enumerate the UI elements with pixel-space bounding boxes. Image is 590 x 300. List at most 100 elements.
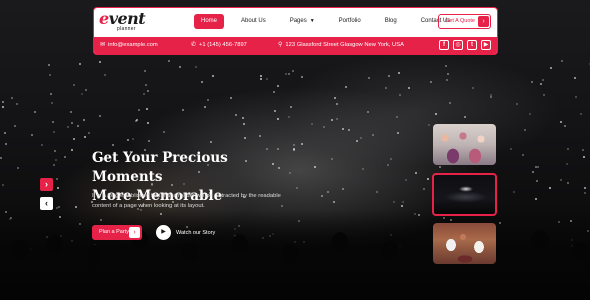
- confetti-speck: [66, 125, 69, 128]
- confetti-speck: [341, 188, 344, 191]
- chevron-right-icon: ›: [478, 16, 489, 27]
- confetti-speck: [243, 122, 246, 125]
- confetti-speck: [327, 190, 330, 193]
- confetti-speck: [203, 106, 206, 109]
- confetti-speck: [48, 73, 51, 76]
- get-quote-button[interactable]: Get A Quote ›: [438, 14, 491, 29]
- confetti-speck: [566, 162, 569, 165]
- confetti-speck: [146, 108, 149, 111]
- confetti-speck: [260, 77, 263, 80]
- confetti-speck: [345, 86, 348, 89]
- confetti-speck: [512, 190, 515, 193]
- confetti-speck: [98, 115, 101, 118]
- confetti-speck: [70, 110, 73, 113]
- nav-item-portfolio[interactable]: Portfolio: [332, 14, 368, 29]
- plan-party-label: Plan a Party: [99, 229, 129, 235]
- confetti-speck: [438, 165, 441, 168]
- confetti-speck: [143, 70, 146, 73]
- confetti-speck: [131, 138, 134, 140]
- confetti-speck: [399, 93, 402, 96]
- confetti-speck: [581, 149, 584, 152]
- confetti-speck: [489, 95, 492, 98]
- confetti-speck: [367, 110, 370, 113]
- confetti-speck: [75, 205, 78, 208]
- nav-item-home[interactable]: Home: [194, 14, 225, 29]
- confetti-speck: [575, 95, 577, 98]
- confetti-speck: [143, 93, 146, 96]
- nav-item-about[interactable]: About Us: [234, 14, 273, 29]
- confetti-speck: [342, 128, 345, 130]
- slider-next-button[interactable]: ›: [40, 178, 53, 191]
- watch-story-link[interactable]: ▶ Watch our Story: [156, 225, 215, 240]
- confetti-speck: [64, 155, 67, 158]
- confetti-speck: [540, 83, 543, 86]
- confetti-speck: [4, 132, 7, 134]
- confetti-speck: [375, 191, 378, 193]
- nav-item-pages[interactable]: Pages ▼: [283, 14, 322, 29]
- phone-info[interactable]: ✆ +1 (145) 456-7897: [191, 37, 247, 54]
- confetti-speck: [385, 87, 388, 90]
- facebook-icon[interactable]: f: [439, 40, 449, 50]
- hero-description: It is a long established fact that a rea…: [92, 193, 281, 209]
- logo[interactable]: event planner: [99, 9, 151, 35]
- confetti-speck: [2, 105, 4, 108]
- confetti-speck: [147, 89, 150, 92]
- confetti-speck: [427, 177, 430, 180]
- confetti-speck: [407, 86, 410, 89]
- confetti-speck: [524, 128, 527, 131]
- confetti-speck: [259, 75, 262, 78]
- confetti-speck: [50, 92, 53, 95]
- confetti-speck: [4, 143, 7, 146]
- confetti-speck: [54, 159, 57, 161]
- confetti-speck: [515, 103, 518, 106]
- confetti-speck: [1, 100, 4, 103]
- hero-title-line1: Get Your Precious Moments: [92, 150, 228, 185]
- confetti-speck: [206, 99, 209, 102]
- youtube-icon[interactable]: ▶: [481, 40, 491, 50]
- confetti-speck: [162, 130, 165, 133]
- confetti-speck: [290, 106, 293, 108]
- twitter-icon[interactable]: t: [467, 40, 477, 50]
- confetti-speck: [348, 129, 351, 131]
- confetti-speck: [52, 130, 55, 133]
- confetti-speck: [509, 148, 512, 151]
- instagram-icon[interactable]: ◎: [453, 40, 463, 50]
- chevron-down-icon: ▼: [309, 18, 315, 24]
- confetti-speck: [471, 86, 474, 89]
- confetti-speck: [580, 112, 583, 115]
- confetti-speck: [331, 119, 334, 122]
- email-info[interactable]: ✉ info@example.com: [100, 37, 158, 54]
- confetti-speck: [291, 70, 294, 73]
- confetti-speck: [57, 206, 60, 209]
- slider-thumbnail-celebration[interactable]: [433, 124, 496, 165]
- email-text: info@example.com: [108, 42, 158, 48]
- confetti-speck: [265, 78, 268, 80]
- confetti-speck: [548, 187, 551, 190]
- slider-prev-button[interactable]: ‹: [40, 197, 53, 210]
- confetti-speck: [30, 133, 33, 136]
- confetti-speck: [167, 60, 170, 62]
- plan-party-button[interactable]: Plan a Party ›: [92, 225, 142, 240]
- confetti-speck: [531, 81, 534, 83]
- confetti-speck: [392, 200, 395, 203]
- confetti-speck: [405, 179, 408, 181]
- confetti-speck: [320, 195, 323, 198]
- confetti-speck: [292, 143, 295, 146]
- confetti-speck: [362, 168, 365, 171]
- confetti-speck: [583, 155, 586, 158]
- confetti-speck: [52, 121, 55, 124]
- confetti-speck: [73, 138, 76, 140]
- confetti-speck: [535, 179, 538, 182]
- confetti-speck: [332, 201, 335, 204]
- confetti-speck: [573, 76, 576, 79]
- crowd-silhouette: [0, 210, 590, 300]
- nav-item-blog[interactable]: Blog: [378, 14, 404, 29]
- confetti-speck: [229, 96, 232, 99]
- slider-thumbnail-wedding[interactable]: [433, 223, 496, 264]
- confetti-speck: [126, 138, 129, 141]
- confetti-speck: [448, 101, 451, 104]
- confetti-speck: [276, 85, 279, 87]
- slider-thumbnail-concert[interactable]: [432, 173, 497, 216]
- confetti-speck: [55, 177, 58, 180]
- confetti-speck: [242, 116, 245, 119]
